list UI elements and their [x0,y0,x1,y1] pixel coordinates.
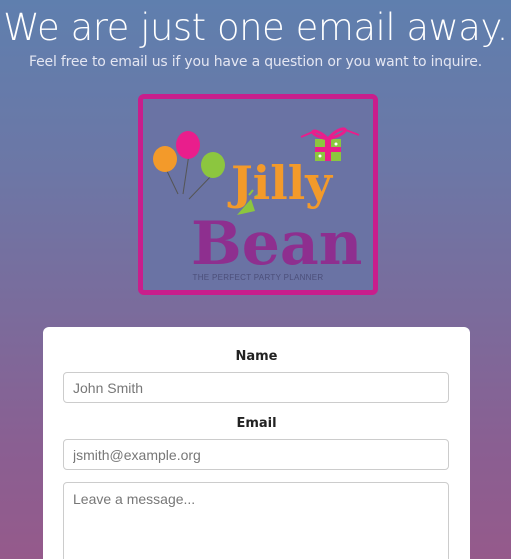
message-textarea[interactable] [63,482,449,559]
page-title: We are just one email away. [3,6,508,49]
email-label: Email [236,416,277,431]
contact-form: Name Email [43,327,470,559]
logo-word-jilly: Jilly [227,156,333,210]
page-subtitle: Feel free to email us if you have a ques… [29,54,482,70]
name-label: Name [235,349,278,364]
logo-wordmark: Jilly Bean [191,156,362,279]
email-input[interactable] [63,439,449,470]
logo-tagline: THE PERFECT PARTY PLANNER [192,273,324,282]
company-logo: Jilly Bean THE PERFECT PARTY PLANNER [138,94,378,295]
logo-word-bean: Bean [191,209,362,279]
name-input[interactable] [63,372,449,403]
